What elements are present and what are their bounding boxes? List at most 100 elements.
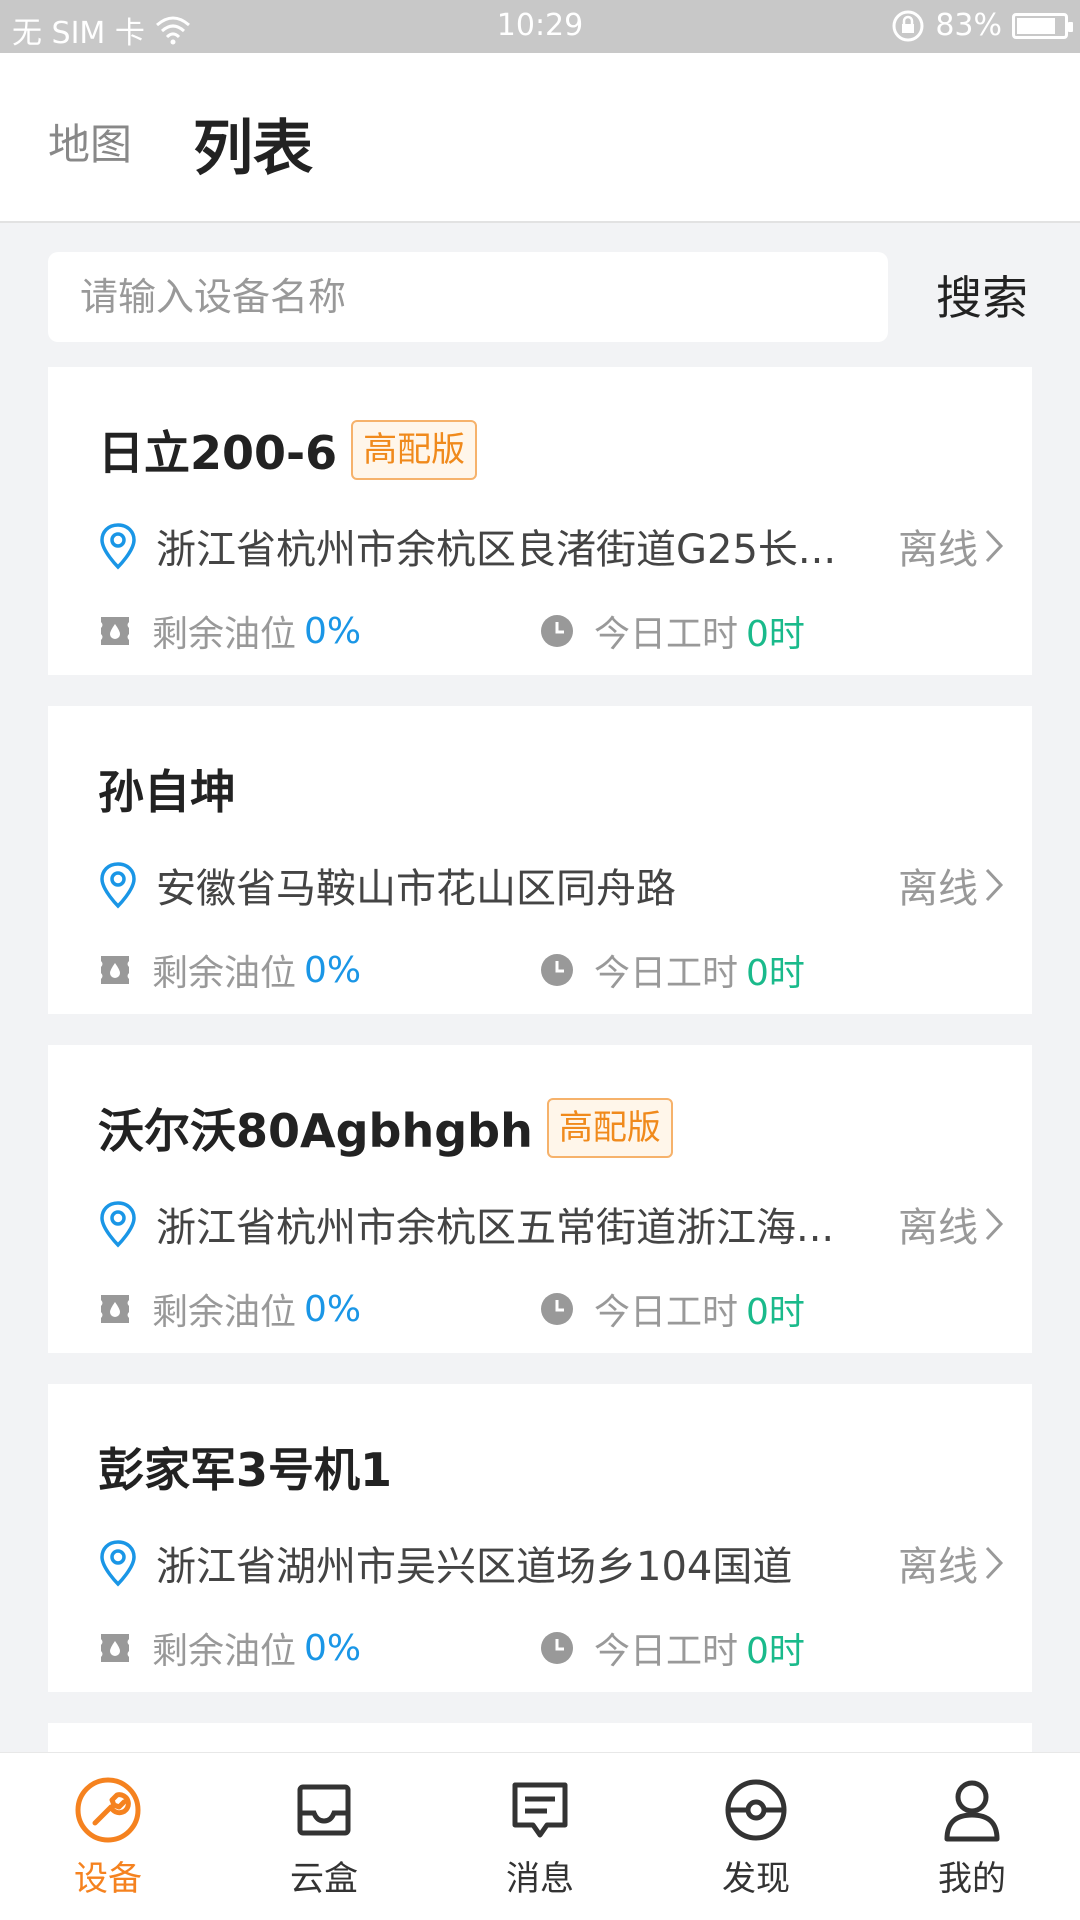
- chevron-right-icon: [985, 868, 1004, 902]
- search-box: [48, 252, 888, 342]
- hours-label: 今日工时: [594, 614, 739, 655]
- device-card[interactable]: 日立200-6 高配版 浙江省杭州市余杭区良渚街道G25长... 离线 剩余油位…: [48, 367, 1032, 675]
- nav-item-cloudbox[interactable]: 云盒: [216, 1753, 432, 1920]
- fuel-value: 0%: [304, 1627, 362, 1669]
- hours-value: 0时: [746, 614, 805, 655]
- card-title-row: 日立200-6 高配版: [98, 417, 478, 483]
- chevron-right-icon: [985, 529, 1004, 563]
- device-name: 彭家军3号机1: [98, 1443, 393, 1497]
- bottom-nav: 设备 云盒 消息 发现 我的: [0, 1752, 1080, 1920]
- device-card[interactable]: 彭家军3号机1 浙江省湖州市吴兴区道场乡104国道 离线 剩余油位 0% 今日工…: [48, 1384, 1032, 1692]
- battery-fill: [1017, 17, 1055, 34]
- device-name: 沃尔沃80Agbhgbh: [98, 1104, 533, 1158]
- card-title-row: 沃尔沃80Agbhgbh 高配版: [98, 1095, 673, 1161]
- clock-icon: [541, 954, 573, 986]
- hours-stat: 今日工时 0时: [540, 605, 805, 657]
- nav-label-profile: 我的: [938, 1859, 1006, 1899]
- premium-badge: 高配版: [546, 1098, 673, 1158]
- hours-stat: 今日工时 0时: [540, 1283, 805, 1335]
- device-address: 浙江省杭州市余杭区五常街道浙江海...: [156, 1205, 835, 1251]
- chevron-right-icon: [985, 1207, 1004, 1241]
- fuel-icon: [101, 617, 129, 645]
- inbox-icon: [297, 1784, 351, 1836]
- message-icon: [512, 1782, 568, 1838]
- fuel-icon: [101, 1295, 129, 1323]
- status-link[interactable]: 离线: [898, 1534, 1004, 1592]
- fuel-icon: [101, 956, 129, 984]
- device-address: 安徽省马鞍山市花山区同舟路: [156, 866, 676, 912]
- hours-label: 今日工时: [594, 1631, 739, 1672]
- device-address: 浙江省湖州市吴兴区道场乡104国道: [156, 1544, 793, 1590]
- nav-label-cloudbox: 云盒: [290, 1859, 358, 1899]
- device-status: 离线: [898, 527, 978, 573]
- fuel-stat: 剩余油位 0%: [98, 1622, 361, 1674]
- stats-row: 剩余油位 0% 今日工时 0时: [98, 1622, 998, 1674]
- stats-row: 剩余油位 0% 今日工时 0时: [98, 944, 998, 996]
- search-button[interactable]: 搜索: [936, 262, 1028, 328]
- device-icon: [75, 1777, 141, 1843]
- fuel-stat: 剩余油位 0%: [98, 605, 361, 657]
- address-row: 安徽省马鞍山市花山区同舟路: [98, 856, 856, 914]
- search-input[interactable]: [48, 252, 888, 342]
- clock-icon: [541, 615, 573, 647]
- device-card[interactable]: 沃尔沃80Agbhgbh 高配版 浙江省杭州市余杭区五常街道浙江海... 离线: [48, 1045, 1032, 1353]
- status-link[interactable]: 离线: [898, 856, 1004, 914]
- status-link[interactable]: 离线: [898, 517, 1004, 575]
- nav-item-message[interactable]: 消息: [432, 1753, 648, 1920]
- chevron-right-icon: [985, 1546, 1004, 1580]
- card-title-row: 孙自坤: [98, 756, 236, 822]
- nav-label-discover: 发现: [722, 1859, 790, 1899]
- location-pin-icon: [100, 523, 136, 570]
- location-pin-icon: [100, 862, 136, 909]
- hours-value: 0时: [746, 953, 805, 994]
- card-title-row: 彭家军3号机1: [98, 1434, 392, 1500]
- device-name: 日立200-6: [98, 426, 338, 480]
- fuel-value: 0%: [304, 1288, 362, 1330]
- device-status: 离线: [898, 1205, 978, 1251]
- hours-stat: 今日工时 0时: [540, 944, 805, 996]
- fuel-stat: 剩余油位 0%: [98, 1283, 361, 1335]
- fuel-label: 剩余油位: [152, 1292, 297, 1333]
- clock-icon: [541, 1293, 573, 1325]
- hours-label: 今日工时: [594, 953, 739, 994]
- tab-map[interactable]: 地图: [48, 111, 132, 172]
- nav-label-device: 设备: [74, 1859, 142, 1899]
- device-card[interactable]: 孙自坤 安徽省马鞍山市花山区同舟路 离线 剩余油位 0% 今日工时 0时: [48, 706, 1032, 1014]
- nav-item-device[interactable]: 设备: [0, 1753, 216, 1920]
- premium-badge: 高配版: [351, 420, 478, 480]
- device-name: 孙自坤: [98, 765, 236, 819]
- hours-stat: 今日工时 0时: [540, 1622, 805, 1674]
- status-link[interactable]: 离线: [898, 1195, 1004, 1253]
- device-address: 浙江省杭州市余杭区良渚街道G25长...: [156, 527, 837, 573]
- status-bar: 无 SIM 卡 10:29 83%: [0, 0, 1080, 53]
- device-status: 离线: [898, 866, 978, 912]
- location-pin-icon: [100, 1540, 136, 1587]
- rotation-lock-icon: [892, 10, 924, 41]
- location-pin-icon: [100, 1201, 136, 1248]
- hours-label: 今日工时: [594, 1292, 739, 1333]
- status-right: 83%: [891, 8, 1073, 43]
- fuel-label: 剩余油位: [152, 614, 297, 655]
- tab-list[interactable]: 列表: [193, 100, 313, 187]
- nav-item-profile[interactable]: 我的: [864, 1753, 1080, 1920]
- device-status: 离线: [898, 1544, 978, 1590]
- fuel-label: 剩余油位: [152, 1631, 297, 1672]
- discover-icon: [725, 1779, 787, 1841]
- nav-label-message: 消息: [506, 1859, 574, 1899]
- stats-row: 剩余油位 0% 今日工时 0时: [98, 1283, 998, 1335]
- fuel-value: 0%: [304, 949, 362, 991]
- profile-icon: [944, 1780, 1000, 1842]
- stats-row: 剩余油位 0% 今日工时 0时: [98, 605, 998, 657]
- fuel-value: 0%: [304, 610, 362, 652]
- fuel-label: 剩余油位: [152, 953, 297, 994]
- address-row: 浙江省湖州市吴兴区道场乡104国道: [98, 1534, 856, 1592]
- address-row: 浙江省杭州市余杭区五常街道浙江海...: [98, 1195, 856, 1253]
- nav-item-discover[interactable]: 发现: [648, 1753, 864, 1920]
- address-row: 浙江省杭州市余杭区良渚街道G25长...: [98, 517, 856, 575]
- clock-icon: [541, 1632, 573, 1664]
- battery-icon: [1012, 12, 1073, 39]
- battery-percent: 83%: [935, 8, 1002, 43]
- fuel-stat: 剩余油位 0%: [98, 944, 361, 996]
- header: 地图 列表: [0, 53, 1080, 223]
- fuel-icon: [101, 1634, 129, 1662]
